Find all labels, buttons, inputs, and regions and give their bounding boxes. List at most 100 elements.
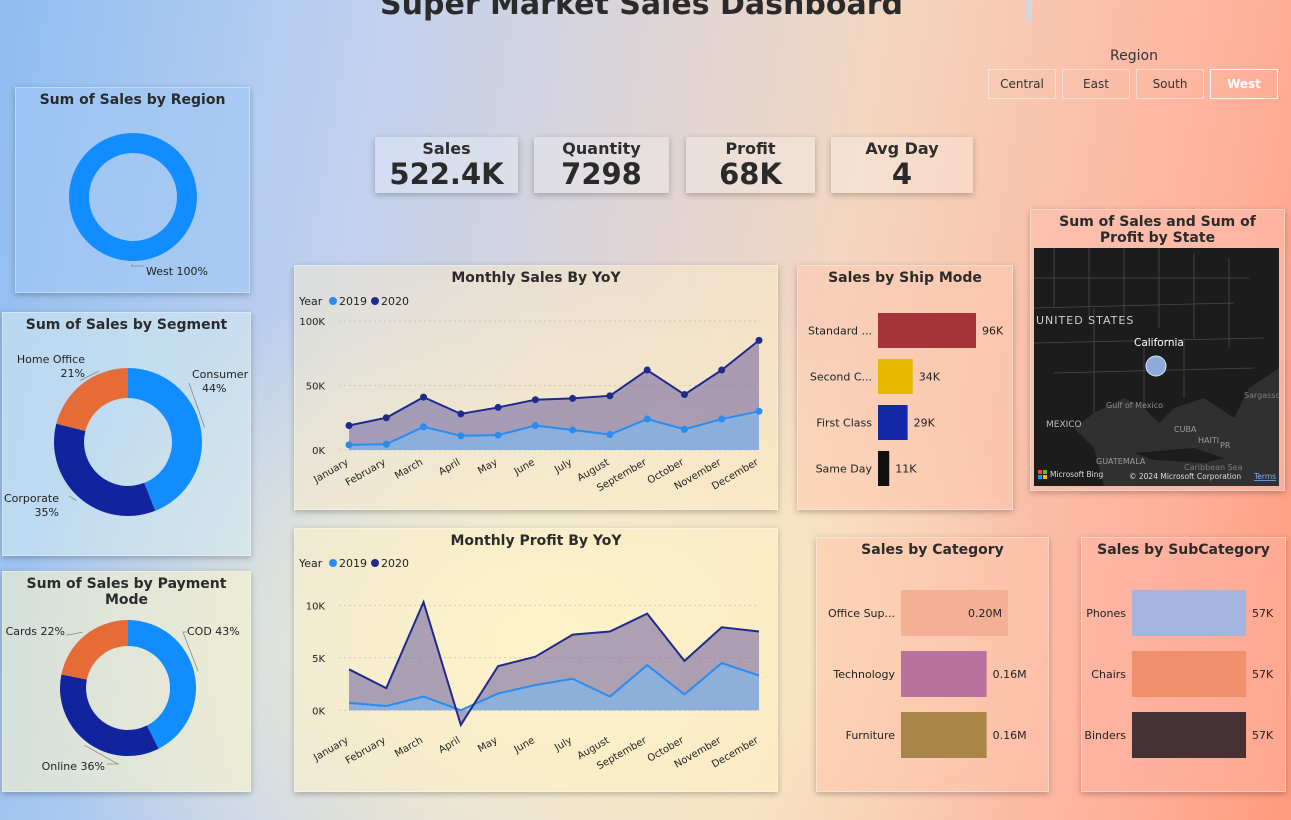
state-map[interactable]: UNITED STATES California MEXICO Gulf of … [1034,248,1279,486]
data-point-2020[interactable] [718,366,726,374]
map-label-pr: PR [1220,441,1231,450]
bar-same-day[interactable] [878,451,890,486]
data-point-2019[interactable] [382,440,390,448]
legend-marker-2019[interactable] [329,559,337,567]
segment-donut-panel: Sum of Sales by Segment Consumer 44% Corpo… [2,312,251,556]
donut-leader-line [66,631,83,636]
data-point-2020[interactable] [680,391,688,399]
bar-furniture[interactable] [901,712,987,758]
data-point-2020[interactable] [531,396,539,404]
bar-phones[interactable] [1132,590,1246,636]
bar-technology[interactable] [901,651,987,697]
legend-label-2020[interactable]: 2020 [381,557,409,570]
donut-slice-online[interactable] [59,674,159,756]
kpi-sales-card: Sales 522.4K [375,137,518,193]
data-point-2019[interactable] [680,425,688,433]
x-tick-label: June [512,735,537,756]
bar-category-label: Binders [1084,729,1126,742]
bar-value-label: 57K [1252,729,1274,742]
monthly-sales-panel: Monthly Sales By YoY Year 2019 2020 0K 50K 10… [294,265,778,510]
data-point-2019[interactable] [643,415,651,423]
map-title: Sum of Sales and Sum of Profit by State [1059,214,1256,246]
bar-value-label: 0.16M [993,729,1027,742]
legend-label-2019[interactable]: 2019 [339,557,367,570]
map-canvas[interactable]: UNITED STATES California MEXICO Gulf of … [1034,248,1279,486]
donut-label: West 100% [146,265,208,278]
bar-category-label: Chairs [1091,668,1126,681]
data-point-2019[interactable] [755,407,763,415]
bar-category-label: Furniture [846,729,896,742]
bar-category-label: Phones [1086,607,1126,620]
data-point-2020[interactable] [420,393,428,401]
map-label-country: UNITED STATES [1036,314,1134,327]
region-option-south[interactable]: South [1136,69,1204,99]
bar-category-label: Standard ... [808,325,872,338]
map-label-haiti: HAITI [1198,436,1219,445]
donut-slice-cards[interactable] [61,620,129,680]
legend-marker-2019[interactable] [329,297,337,305]
bar-value-label: 11K [895,463,917,476]
legend-marker-2020[interactable] [371,559,379,567]
dashboard-title: Super Market Sales Dashboard [380,0,903,22]
region-option-central[interactable]: Central [988,69,1056,99]
donut-slice-west[interactable] [69,133,197,261]
x-tick-label: March [393,735,425,760]
category-panel: Sales by Category Office Sup... 0.20M Tech… [816,537,1049,792]
region-donut-chart: West 100% [69,133,208,278]
x-tick-label: June [512,457,537,478]
data-point-2020[interactable] [755,336,763,344]
y-tick-label: 5K [312,654,325,665]
donut-label-percent: 44% [202,382,226,395]
data-point-2020[interactable] [382,414,390,422]
data-point-2019[interactable] [718,415,726,423]
region-option-west[interactable]: West [1210,69,1278,99]
category-chart: Office Sup... 0.20M Technology 0.16M Furnitu… [828,590,1027,758]
data-point-2019[interactable] [457,432,465,440]
bar-category-label: Second C... [810,371,872,384]
region-option-east[interactable]: East [1062,69,1130,99]
scroll-marker[interactable] [1026,0,1032,22]
data-point-2020[interactable] [494,403,502,411]
data-point-2019[interactable] [606,431,614,439]
x-tick-label: February [344,457,388,489]
donut-label: COD 43% [187,625,240,638]
kpi-avgday-value: 4 [891,157,913,191]
x-tick-label: April [437,735,462,756]
region-donut-panel: Sum of Sales by Region West 100% [15,87,250,293]
x-tick-label: July [552,457,574,476]
x-tick-label: February [344,735,388,767]
donut-label: Online 36% [42,760,105,773]
data-point-2020[interactable] [457,410,465,418]
legend-label-2019[interactable]: 2019 [339,295,367,308]
bar-standard-[interactable] [878,313,976,348]
kpi-sales-value: 522.4K [389,157,504,191]
donut-label: Cards 22% [6,625,65,638]
bar-first-class[interactable] [878,405,908,440]
data-point-2020[interactable] [606,392,614,400]
donut-slice-corporate[interactable] [53,423,156,516]
x-tick-label: May [476,457,499,477]
data-point-2019[interactable] [569,426,577,434]
map-bubble-california[interactable] [1145,355,1167,377]
legend-title: Year [298,557,323,570]
legend-label-2020[interactable]: 2020 [381,295,409,308]
map-label-sargasso: Sargasso [1244,391,1279,400]
data-point-2020[interactable] [643,366,651,374]
monthly-profit-chart: Year 2019 20200K5K10KJanuaryFebruary March A… [298,557,761,772]
data-point-2020[interactable] [345,421,353,429]
ship-mode-panel: Sales by Ship Mode Standard ... 96K Second… [797,265,1013,510]
data-point-2019[interactable] [345,441,353,449]
bar-second-c-[interactable] [878,359,913,394]
data-point-2019[interactable] [494,431,502,439]
bar-chairs[interactable] [1132,651,1246,697]
data-point-2020[interactable] [569,394,577,402]
bar-binders[interactable] [1132,712,1246,758]
payment-donut-panel: Sum of Sales by Payment Mode COD 43% Onli… [2,571,251,792]
donut-leader-line [130,264,144,267]
map-attribution-bing: Microsoft Bing [1050,470,1103,479]
map-terms-link[interactable]: Terms [1253,472,1276,481]
data-point-2019[interactable] [420,423,428,431]
data-point-2019[interactable] [531,421,539,429]
bar-value-label: 57K [1252,668,1274,681]
legend-marker-2020[interactable] [371,297,379,305]
